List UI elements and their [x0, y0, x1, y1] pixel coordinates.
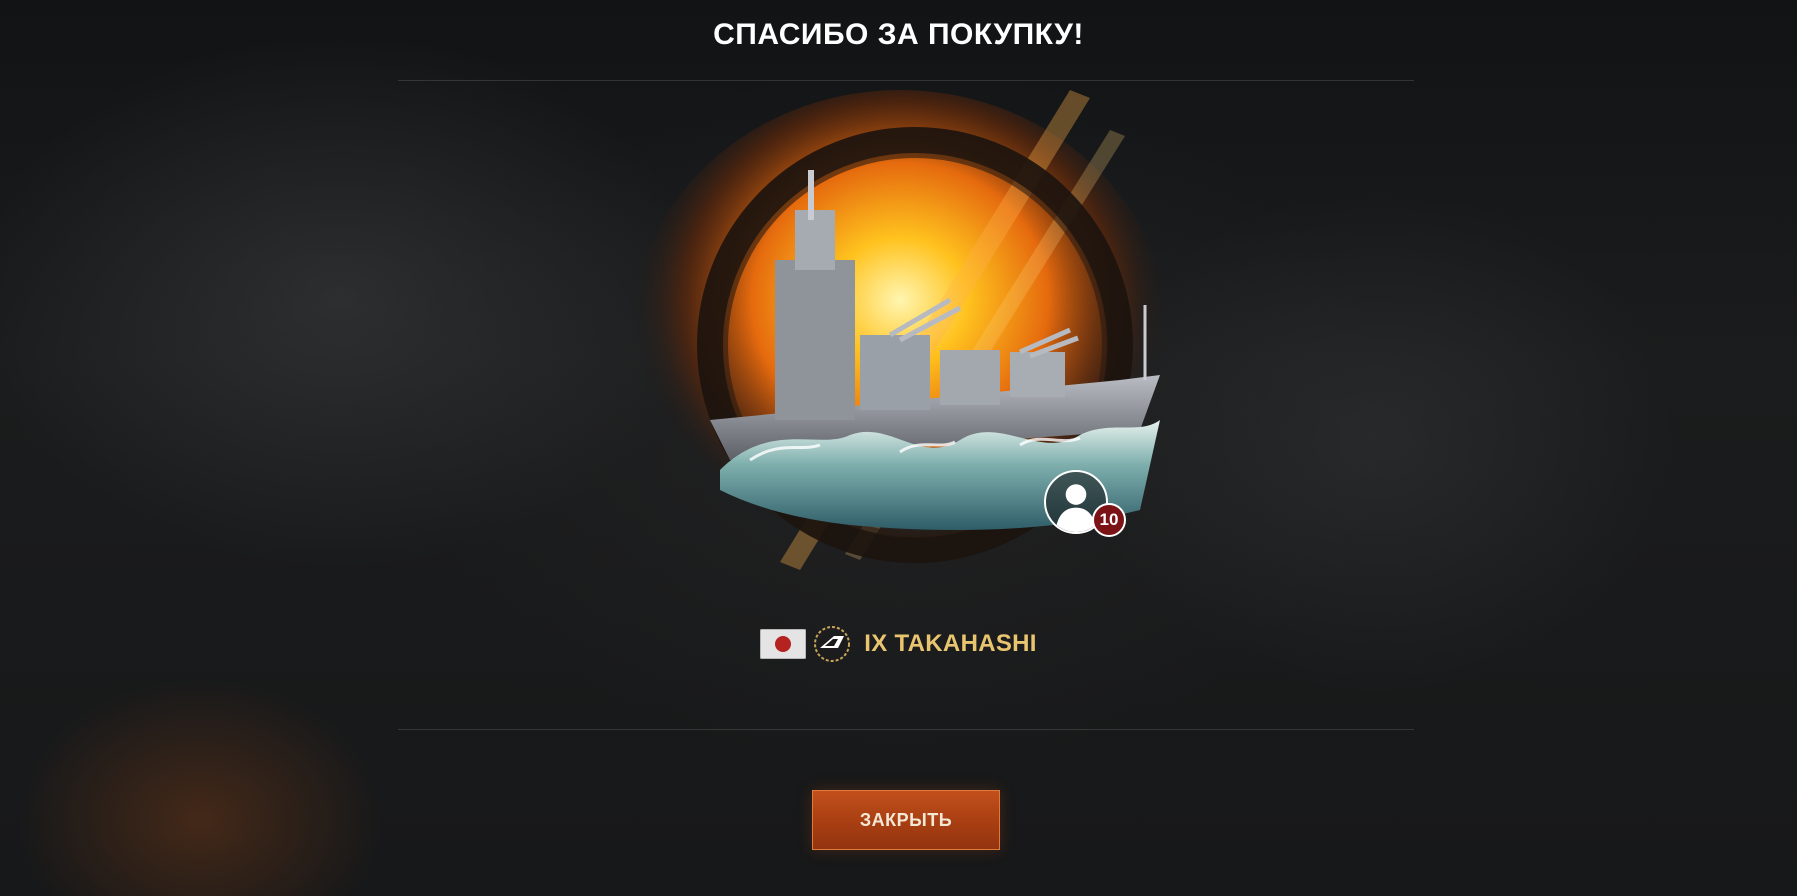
- bottom-divider: [398, 729, 1414, 730]
- commander-level-badge: 10: [1092, 503, 1126, 537]
- cruiser-class-icon: [814, 626, 851, 662]
- purchase-dialog: СПАСИБО ЗА ПОКУПКУ! 10 IX TAKAHASHI ЗАКР…: [0, 0, 1797, 896]
- dialog-title: СПАСИБО ЗА ПОКУПКУ!: [713, 18, 1084, 51]
- japan-flag-icon: [760, 629, 807, 659]
- top-divider: [398, 80, 1414, 81]
- ship-name: IX TAKAHASHI: [864, 630, 1037, 657]
- ship-info-row: IX TAKAHASHI: [0, 624, 1797, 664]
- close-button[interactable]: ЗАКРЫТЬ: [812, 790, 1000, 850]
